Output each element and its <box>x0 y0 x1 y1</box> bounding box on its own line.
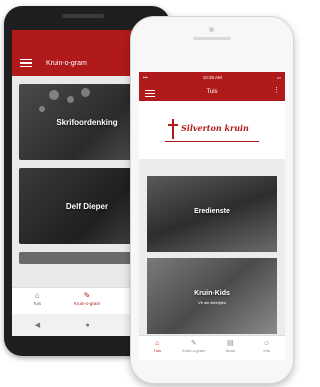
menu-icon[interactable] <box>20 57 32 70</box>
nav-kruin-o-gram[interactable]: ✎ Kruin-o-gram <box>62 288 112 314</box>
more-icon[interactable]: ⋮ <box>273 86 280 94</box>
cross-icon <box>167 119 179 139</box>
home-circle-icon[interactable]: ● <box>85 322 89 329</box>
nav-label: Info <box>263 348 271 353</box>
camera <box>209 27 214 32</box>
app-title: Tuis <box>206 89 218 95</box>
pen-icon: ✎ <box>83 291 91 300</box>
nav-nuus[interactable]: ▤ Nuus <box>212 336 249 360</box>
home-icon: ⌂ <box>34 291 40 300</box>
person-icon: ☺ <box>263 340 271 347</box>
iphone-screen: ••• 10:26 AM ▭ Tuis ⋮ Silverton kruin Er… <box>139 72 285 360</box>
earpiece <box>193 37 231 40</box>
card-label: Kruin-Kids <box>194 290 230 297</box>
nav-info[interactable]: ☺ Info <box>249 336 286 360</box>
iphone: ••• 10:26 AM ▭ Tuis ⋮ Silverton kruin Er… <box>130 16 294 384</box>
nav-label: Kruin-o-gram <box>182 348 206 353</box>
status-time: 10:26 AM <box>202 75 222 80</box>
card-label: Eredienste <box>194 208 230 215</box>
nav-label: Tuis <box>32 301 42 306</box>
home-icon: ⌂ <box>155 340 160 347</box>
signal-icon: ••• <box>143 75 148 80</box>
status-bar: ••• 10:26 AM ▭ <box>139 72 285 83</box>
nav-label: Nuus <box>225 348 235 353</box>
back-icon[interactable]: ◀ <box>35 321 40 329</box>
logo-area: Silverton kruin <box>139 101 285 159</box>
menu-icon[interactable] <box>145 88 155 99</box>
nav-label: Tuis <box>153 348 161 353</box>
app-bar: Tuis ⋮ <box>139 83 285 101</box>
nav-kruin-o-gram[interactable]: ✎ Kruin-o-gram <box>176 336 213 360</box>
pen-icon: ✎ <box>190 340 197 347</box>
card-sublabel: Vir die kleintjies <box>198 300 226 305</box>
speaker-grille <box>62 14 104 18</box>
bottom-nav: ⌂ Tuis ✎ Kruin-o-gram ▤ Nuus ☺ Info <box>139 335 285 360</box>
nav-label: Kruin-o-gram <box>73 301 101 306</box>
card-eredienste[interactable]: Eredienste <box>147 176 277 252</box>
app-title: Kruin-o-gram <box>46 59 87 67</box>
nav-tuis[interactable]: ⌂ Tuis <box>12 288 62 314</box>
card-kruin-kids[interactable]: Kruin-Kids Vir die kleintjies <box>147 258 277 334</box>
battery-icon: ▭ <box>276 74 281 80</box>
nav-tuis[interactable]: ⌂ Tuis <box>139 336 176 360</box>
news-icon: ▤ <box>226 340 234 347</box>
logo-text: Silverton kruin <box>181 123 249 133</box>
church-logo: Silverton kruin <box>165 119 259 142</box>
